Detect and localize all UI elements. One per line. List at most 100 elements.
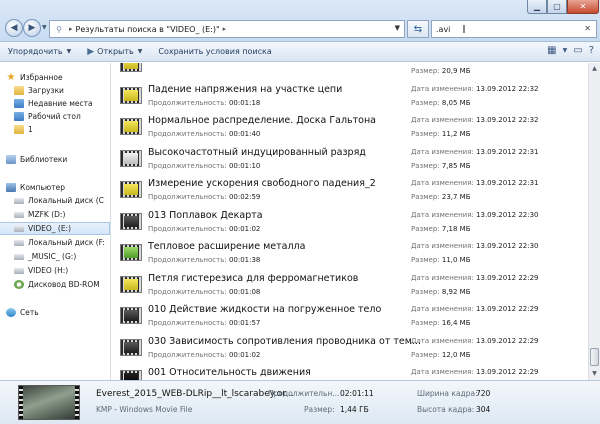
duration-value: 02:01:11 (340, 389, 374, 398)
file-size-value: 12,0 МБ (441, 350, 471, 359)
video-file-icon (120, 118, 142, 135)
file-size-label: Размер: (411, 98, 440, 107)
selected-file-name: Everest_2015_WEB-DLRip__lt_lscarabey.or.… (96, 389, 294, 399)
nav-computer[interactable]: Компьютер (6, 181, 65, 194)
nav-drive-h[interactable]: VIDEO (H:) (14, 264, 68, 277)
result-row[interactable]: Размер: 20,9 МБ (112, 63, 588, 80)
close-button[interactable]: ✕ (567, 0, 599, 14)
file-size: Размер: 16,4 МБ (411, 319, 471, 327)
file-name[interactable]: Петля гистерезиса для ферромагнетиков (148, 273, 358, 284)
forward-button[interactable]: ▶ (23, 19, 41, 37)
file-name[interactable]: 013 Поплавок Декарта (148, 210, 263, 221)
file-name[interactable]: 001 Относительность движения (148, 367, 311, 378)
video-file-icon (120, 149, 142, 167)
maximize-button[interactable]: ▢ (547, 0, 567, 14)
preview-pane-icon[interactable]: ▭ (573, 45, 582, 56)
nav-label: Локальный диск (C (28, 196, 104, 205)
nav-label: Дисковод BD-ROM (28, 280, 100, 289)
result-row[interactable]: Высокочастотный индуцированный разряд Про… (112, 143, 588, 175)
nav-downloads[interactable]: Загрузки (14, 84, 64, 97)
file-modified-label: Дата изменения: (411, 305, 474, 313)
file-name[interactable]: 010 Действие жидкости на погруженное тел… (148, 304, 381, 315)
file-duration: Продолжительность: 00:01:18 (148, 99, 260, 107)
video-frame (124, 121, 138, 132)
nav-drive-f[interactable]: Локальный диск (F: (14, 236, 105, 249)
chevron-down-icon[interactable]: ▼ (395, 24, 400, 32)
result-row[interactable]: Петля гистерезиса для ферромагнетиков Про… (112, 269, 588, 301)
folder-icon (14, 125, 24, 134)
file-duration: Продолжительность: 00:01:38 (148, 256, 260, 264)
file-name[interactable]: 030 Зависимость сопротивления проводника… (148, 336, 421, 347)
file-modified-value: 13.09.2012 22:29 (476, 273, 539, 282)
file-modified: Дата изменения: 13.09.2012 22:30 (411, 211, 539, 219)
file-duration-value: 00:02:59 (228, 193, 261, 201)
help-icon[interactable]: ? (589, 45, 594, 56)
nav-libraries[interactable]: Библиотеки (6, 153, 67, 166)
disc-drive-icon (14, 280, 24, 289)
scroll-up-icon[interactable]: ▲ (589, 63, 600, 75)
file-duration-value: 00:01:08 (228, 287, 261, 296)
search-value[interactable]: .avi (436, 25, 450, 34)
file-size: Размер: 11,2 МБ (411, 130, 471, 138)
nav-label: Сеть (20, 308, 39, 317)
chevron-down-icon: ▼ (137, 48, 143, 55)
nav-favorites[interactable]: ★ Избранное (6, 71, 63, 84)
organize-button[interactable]: Упорядочить ▼ (0, 42, 79, 61)
nav-label: Библиотеки (20, 155, 68, 164)
address-bar[interactable]: ⚲ ▸ Результаты поиска в "VIDEO_ (E:)" ▸ … (49, 20, 405, 38)
file-duration: Продолжительность: 00:01:02 (148, 351, 260, 359)
file-modified: Дата изменения: 13.09.2012 22:31 (411, 148, 539, 156)
file-name[interactable]: Измерение ускорения свободного падения_2 (148, 178, 376, 189)
scroll-down-icon[interactable]: ▼ (589, 368, 600, 380)
arrow-right-icon: ▶ (28, 23, 36, 33)
file-size-value: 8,92 МБ (441, 287, 471, 296)
file-modified-value: 13.09.2012 22:30 (476, 242, 539, 250)
nav-drive-bd[interactable]: Дисковод BD-ROM (14, 278, 100, 291)
file-size-label: Размер: (411, 350, 440, 359)
refresh-button[interactable]: ⇆ (407, 20, 429, 38)
result-row[interactable]: Измерение ускорения свободного падения_2… (112, 174, 588, 206)
back-button[interactable]: ◀ (5, 19, 23, 37)
result-row[interactable]: Нормальное распределение. Доска Гальтона… (112, 111, 588, 143)
result-row[interactable]: Тепловое расширение металла Продолжительн… (112, 237, 588, 269)
file-name[interactable]: Тепловое расширение металла (148, 241, 305, 252)
file-modified-label: Дата изменения: (411, 210, 474, 219)
result-row[interactable]: 001 Относительность движенияПродолжитель… (112, 363, 588, 380)
nav-folder-1[interactable]: 1 (14, 123, 33, 136)
vertical-scrollbar[interactable]: ▲ ▼ (588, 63, 600, 380)
result-row[interactable]: Падение напряжения на участке цепи Продол… (112, 80, 588, 112)
file-size-label: Размер: (411, 130, 440, 138)
nav-recent[interactable]: Недавние места (14, 97, 93, 110)
breadcrumb-separator[interactable]: ▸ (69, 25, 73, 33)
window-titlebar: ▁ ▢ ✕ ◀ ▶ ▼ ⚲ ▸ Результаты поиска в "VID… (0, 0, 600, 42)
chevron-down-icon[interactable]: ▼ (563, 47, 568, 54)
file-name[interactable]: Падение напряжения на участке цепи (148, 84, 342, 95)
width-label: Ширина кадра: (417, 389, 478, 398)
video-frame (124, 89, 138, 101)
result-row[interactable]: 010 Действие жидкости на погруженное тел… (112, 300, 588, 332)
view-options-icon[interactable]: ▦ (547, 45, 556, 56)
file-name[interactable]: Нормальное распределение. Доска Гальтона (148, 115, 376, 126)
file-duration: Продолжительность: 00:01:08 (148, 288, 260, 296)
breadcrumb-path[interactable]: Результаты поиска в "VIDEO_ (E:)" (76, 25, 220, 34)
clear-search-icon[interactable]: ✕ (584, 24, 591, 33)
nav-drive-g[interactable]: _MUSIC_ (G:) (14, 250, 76, 263)
nav-drive-c[interactable]: Локальный диск (C (14, 194, 104, 207)
hard-drive-icon (14, 239, 24, 246)
nav-network[interactable]: Сеть (6, 306, 39, 319)
minimize-button[interactable]: ▁ (527, 0, 547, 14)
open-button[interactable]: ▶ Открыть ▼ (79, 42, 150, 61)
search-input[interactable]: .avi I ✕ (431, 20, 597, 38)
hard-drive-icon (14, 225, 24, 232)
file-name[interactable]: Высокочастотный индуцированный разряд (148, 147, 366, 158)
result-row[interactable]: 030 Зависимость сопротивления проводника… (112, 332, 588, 364)
nav-drive-e[interactable]: VIDEO_ (E:) (0, 222, 110, 235)
history-dropdown-icon[interactable]: ▼ (42, 24, 47, 31)
result-row[interactable]: 013 Поплавок Декарта Продолжительность: 0… (112, 206, 588, 238)
scrollbar-thumb[interactable] (590, 348, 599, 366)
nav-desktop[interactable]: Рабочий стол (14, 110, 81, 123)
breadcrumb-separator-end[interactable]: ▸ (223, 25, 227, 33)
save-search-button[interactable]: Сохранить условия поиска (150, 42, 279, 61)
file-size: Размер: 8,92 МБ (411, 288, 471, 296)
nav-drive-d[interactable]: MZFK (D:) (14, 208, 65, 221)
